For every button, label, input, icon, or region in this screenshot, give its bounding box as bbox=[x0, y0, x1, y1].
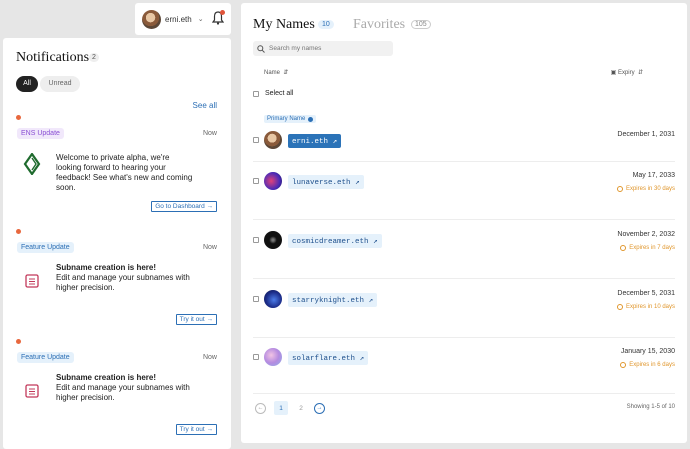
unread-indicator bbox=[16, 229, 21, 234]
expiry-warning: Expires in 7 days bbox=[620, 245, 675, 251]
row-checkbox[interactable] bbox=[253, 237, 259, 243]
expiry-date: January 15, 2030 bbox=[620, 348, 675, 355]
search-icon bbox=[257, 44, 265, 53]
name-avatar bbox=[264, 348, 282, 366]
notification-time: Now bbox=[202, 130, 217, 137]
unread-indicator bbox=[16, 339, 21, 344]
name-row[interactable]: cosmicdreamer.eth ↗ November 2, 2032 Exp… bbox=[253, 231, 675, 251]
info-icon[interactable] bbox=[308, 116, 314, 122]
chevron-down-icon: ⌄ bbox=[197, 16, 204, 23]
filter-all-button[interactable]: All bbox=[16, 76, 38, 92]
notifications-count: 2 bbox=[89, 53, 99, 62]
select-all-checkbox[interactable] bbox=[253, 90, 259, 97]
name-row[interactable]: erni.eth ↗ December 1, 2031 bbox=[253, 131, 675, 151]
row-checkbox[interactable] bbox=[253, 354, 259, 360]
name-chip[interactable]: starryknight.eth ↗ bbox=[288, 293, 378, 307]
clock-icon bbox=[616, 186, 623, 192]
unread-dot bbox=[220, 10, 225, 15]
name-chip[interactable]: erni.eth ↗ bbox=[288, 134, 342, 148]
expiry-date: November 2, 2032 bbox=[617, 231, 675, 238]
tab-my-names[interactable]: My Names bbox=[253, 17, 315, 33]
name-row[interactable]: lunaverse.eth ↗ May 17, 2033 Expires in … bbox=[253, 172, 675, 192]
notification-time: Now bbox=[202, 354, 217, 361]
showing-count: Showing 1-5 of 10 bbox=[626, 404, 675, 410]
calendar-icon: ▣ bbox=[610, 70, 617, 76]
row-divider bbox=[253, 337, 675, 338]
user-avatar bbox=[142, 9, 161, 29]
bell-icon[interactable] bbox=[211, 10, 225, 25]
notification-text: Edit and manage your subnames with highe… bbox=[56, 273, 190, 292]
name-chip[interactable]: solarflare.eth ↗ bbox=[288, 351, 369, 365]
name-avatar bbox=[264, 131, 282, 149]
notifications-title: Notifications bbox=[16, 50, 90, 65]
clock-icon bbox=[616, 304, 623, 310]
try-it-out-button[interactable]: Try it out → bbox=[175, 424, 217, 435]
select-all-label: Select all bbox=[265, 90, 294, 97]
user-name: erni.eth bbox=[165, 14, 192, 24]
notification-tag: ENS Update bbox=[17, 128, 64, 139]
clock-icon bbox=[620, 362, 627, 368]
name-row[interactable]: starryknight.eth ↗ December 5, 2031 Expi… bbox=[253, 290, 675, 310]
expiry-date: December 5, 2031 bbox=[617, 290, 675, 297]
notification-tag: Feature Update bbox=[17, 352, 74, 363]
notification-text: Welcome to private alpha, we're looking … bbox=[56, 153, 193, 192]
next-page-button[interactable]: → bbox=[314, 402, 325, 414]
list-icon bbox=[23, 382, 41, 400]
expiry-warning: Expires in 6 days bbox=[620, 362, 675, 368]
notification-time: Now bbox=[202, 244, 217, 251]
search-box[interactable] bbox=[253, 41, 393, 56]
name-chip[interactable]: lunaverse.eth ↗ bbox=[288, 175, 364, 189]
name-chip[interactable]: cosmicdreamer.eth ↗ bbox=[288, 234, 382, 248]
prev-page-button[interactable]: ← bbox=[255, 402, 266, 414]
notifications-panel: Notifications 2 All Unread See all ENS U… bbox=[3, 38, 231, 449]
see-all-link[interactable]: See all bbox=[193, 101, 217, 110]
my-names-count: 10 bbox=[318, 20, 334, 29]
row-checkbox[interactable] bbox=[253, 137, 259, 143]
select-all[interactable]: Select all bbox=[253, 90, 293, 97]
search-input[interactable] bbox=[269, 45, 379, 52]
row-divider bbox=[253, 278, 675, 279]
name-avatar bbox=[264, 290, 282, 308]
clock-icon bbox=[620, 245, 627, 251]
ens-logo-icon bbox=[23, 153, 41, 175]
page-2-button[interactable]: 2 bbox=[294, 401, 308, 415]
notification-heading: Subname creation is here! bbox=[56, 373, 157, 382]
expiry-warning: Expires in 30 days bbox=[616, 186, 675, 192]
expiry-warning: Expires in 10 days bbox=[616, 304, 675, 310]
primary-name-label: Primary Name bbox=[264, 115, 317, 123]
row-checkbox[interactable] bbox=[253, 178, 259, 184]
name-avatar bbox=[264, 172, 282, 190]
tab-favorites[interactable]: Favorites bbox=[353, 17, 405, 33]
filter-unread-button[interactable]: Unread bbox=[40, 76, 80, 92]
expiry-date: December 1, 2031 bbox=[617, 131, 675, 138]
names-panel: My Names 10 Favorites 105 Name ⇵ ▣ Expir… bbox=[241, 3, 687, 443]
list-icon bbox=[23, 272, 41, 290]
page-1-button[interactable]: 1 bbox=[274, 401, 288, 415]
expiry-date: May 17, 2033 bbox=[632, 172, 675, 179]
notification-body: Welcome to private alpha, we're looking … bbox=[56, 153, 196, 193]
name-avatar bbox=[264, 231, 282, 249]
try-it-out-button[interactable]: Try it out → bbox=[175, 314, 217, 325]
notification-body: Subname creation is here! Edit and manag… bbox=[56, 263, 196, 293]
row-divider bbox=[253, 161, 675, 162]
column-header-expiry[interactable]: ▣ Expiry ⇵ bbox=[611, 69, 643, 76]
column-header-name[interactable]: Name ⇵ bbox=[264, 69, 288, 76]
notification-body: Subname creation is here! Edit and manag… bbox=[56, 373, 196, 403]
pagination: ← 1 2 → bbox=[255, 401, 325, 415]
notification-heading: Subname creation is here! bbox=[56, 263, 157, 272]
row-divider bbox=[253, 393, 675, 394]
notification-tag: Feature Update bbox=[17, 242, 74, 253]
name-row[interactable]: solarflare.eth ↗ January 15, 2030 Expire… bbox=[253, 348, 675, 368]
row-checkbox[interactable] bbox=[253, 296, 259, 302]
go-to-dashboard-button[interactable]: Go to Dashboard → bbox=[151, 201, 217, 212]
notification-text: Edit and manage your subnames with highe… bbox=[56, 383, 190, 402]
favorites-count: 105 bbox=[411, 20, 431, 29]
row-divider bbox=[253, 219, 675, 220]
unread-indicator bbox=[16, 115, 21, 120]
